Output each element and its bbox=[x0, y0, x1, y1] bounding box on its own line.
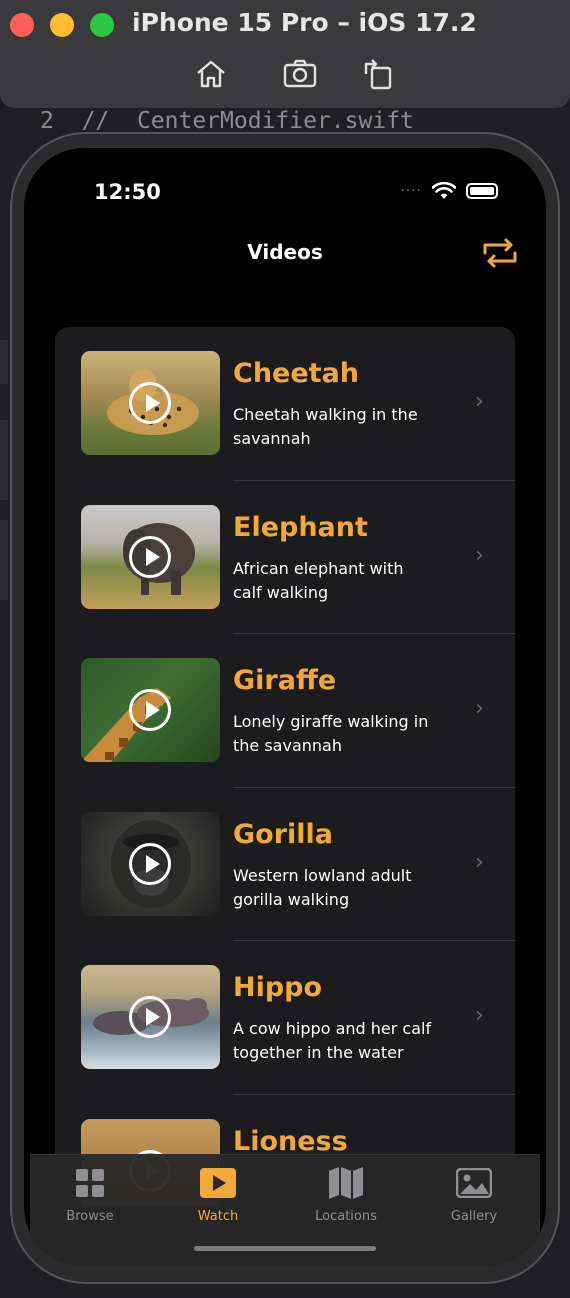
elephant-thumbnail bbox=[81, 504, 220, 609]
nav-title: Videos bbox=[247, 240, 323, 264]
cheetah-thumbnail bbox=[81, 351, 220, 455]
simulator-titlebar: iPhone 15 Pro – iOS 17.2 bbox=[0, 0, 570, 108]
video-subtitle: African elephant with calf walking bbox=[233, 558, 404, 602]
play-square-icon bbox=[200, 1168, 236, 1198]
video-row-elephant[interactable]: Elephant African elephant with calf walk… bbox=[55, 481, 515, 634]
repeat-button[interactable] bbox=[480, 236, 520, 270]
video-subtitle: A cow hippo and her calf together in the… bbox=[233, 1019, 432, 1062]
close-window-button[interactable] bbox=[10, 13, 34, 37]
cellular-dots: ···· bbox=[400, 183, 422, 199]
screenshot-button[interactable] bbox=[282, 56, 318, 92]
video-row-cheetah[interactable]: Cheetah Cheetah walking in the savannah … bbox=[55, 327, 515, 481]
video-title: Giraffe bbox=[233, 665, 337, 696]
minimize-window-button[interactable] bbox=[50, 13, 74, 37]
video-title: Hippo bbox=[233, 972, 323, 1003]
chevron-right-icon: › bbox=[475, 542, 484, 568]
video-subtitle: Lonely giraffe walking in the savannah bbox=[233, 712, 429, 755]
code-line: 2 // CenterModifier.swift bbox=[40, 108, 414, 134]
rotate-icon bbox=[364, 59, 392, 90]
play-icon bbox=[129, 382, 171, 424]
editor-gutter-mark bbox=[0, 340, 8, 384]
window-title: iPhone 15 Pro – iOS 17.2 bbox=[132, 8, 477, 37]
wifi-icon bbox=[432, 182, 456, 199]
photo-icon bbox=[456, 1168, 492, 1198]
zoom-window-button[interactable] bbox=[90, 13, 114, 37]
tab-gallery[interactable]: Gallery bbox=[424, 1163, 524, 1224]
phone-screen: 12:50 ···· Videos Cheetah Cheetah walkin… bbox=[24, 148, 546, 1266]
chevron-right-icon: › bbox=[475, 1003, 484, 1028]
play-icon bbox=[129, 689, 171, 731]
video-list: Cheetah Cheetah walking in the savannah … bbox=[55, 327, 515, 1207]
tab-browse[interactable]: Browse bbox=[40, 1163, 140, 1224]
repeat-icon bbox=[483, 238, 517, 268]
tab-label: Browse bbox=[66, 1209, 114, 1224]
rotate-button[interactable] bbox=[360, 56, 396, 92]
video-row-hippo[interactable]: Hippo A cow hippo and her calf together … bbox=[55, 941, 515, 1095]
status-time: 12:50 bbox=[94, 180, 161, 204]
play-icon bbox=[129, 996, 171, 1038]
battery-icon bbox=[466, 183, 498, 199]
video-row-giraffe[interactable]: Giraffe Lonely giraffe walking in the sa… bbox=[55, 634, 515, 788]
video-title: Lioness bbox=[233, 1125, 348, 1157]
video-row-gorilla[interactable]: Gorilla Western lowland adult gorilla wa… bbox=[55, 788, 515, 941]
play-icon bbox=[129, 535, 171, 578]
editor-gutter-mark bbox=[0, 520, 8, 600]
status-indicators: ···· bbox=[400, 182, 498, 200]
video-subtitle: Cheetah walking in the savannah bbox=[233, 405, 418, 448]
video-title: Gorilla bbox=[233, 818, 334, 850]
camera-icon bbox=[283, 59, 317, 88]
chevron-right-icon: › bbox=[475, 696, 484, 721]
video-subtitle: Western lowland adult gorilla walking bbox=[233, 865, 412, 909]
tab-label: Locations bbox=[315, 1209, 377, 1224]
video-title: Elephant bbox=[233, 511, 368, 543]
map-icon bbox=[329, 1167, 363, 1199]
editor-gutter-mark bbox=[0, 420, 8, 500]
tab-locations[interactable]: Locations bbox=[296, 1163, 396, 1224]
home-indicator bbox=[194, 1246, 376, 1251]
giraffe-thumbnail bbox=[81, 658, 220, 762]
gorilla-thumbnail bbox=[81, 811, 220, 916]
chevron-right-icon: › bbox=[475, 389, 484, 414]
tab-watch[interactable]: Watch bbox=[168, 1163, 268, 1224]
video-title: Cheetah bbox=[233, 358, 360, 389]
tab-label: Watch bbox=[197, 1209, 239, 1224]
chevron-right-icon: › bbox=[475, 849, 484, 875]
home-button[interactable] bbox=[193, 56, 229, 92]
grid-icon bbox=[76, 1169, 104, 1197]
tab-label: Gallery bbox=[450, 1209, 498, 1224]
play-icon bbox=[129, 842, 171, 885]
hippo-thumbnail bbox=[81, 965, 220, 1069]
home-icon bbox=[197, 60, 225, 88]
